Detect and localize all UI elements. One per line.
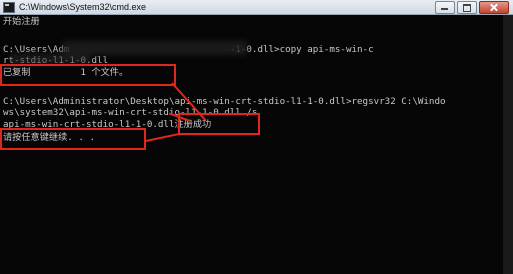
close-button[interactable] [479, 1, 509, 14]
cmd-icon [3, 2, 15, 13]
window-controls [435, 1, 509, 14]
cmd-window: C:\Windows\System32\cmd.exe 开始注册 C:\User… [0, 0, 513, 274]
maximize-button[interactable] [457, 1, 477, 14]
title-bar[interactable]: C:\Windows\System32\cmd.exe [0, 0, 513, 15]
console-line: C:\Users\Administrator\Desktop\api-ms-wi… [3, 96, 446, 107]
copied-annotation-box [0, 64, 176, 86]
press-key-annotation-box [0, 128, 146, 150]
minimize-button[interactable] [435, 1, 455, 14]
success-annotation-box [178, 113, 260, 135]
console-line: 开始注册 [3, 16, 40, 27]
vertical-scrollbar[interactable] [503, 15, 513, 274]
window-title: C:\Windows\System32\cmd.exe [19, 2, 147, 12]
